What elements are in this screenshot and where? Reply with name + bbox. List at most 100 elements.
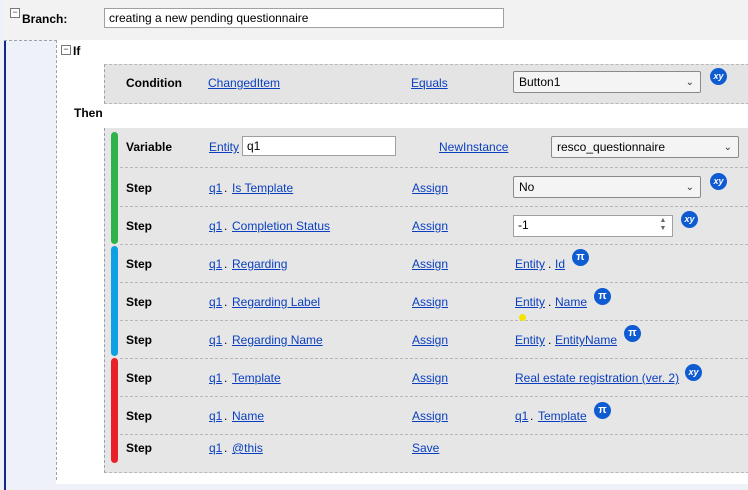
ref-dot: . [548,257,552,271]
step-object-link[interactable]: q1 [209,371,222,385]
completion-status-stepper[interactable]: -1 ▲ ▼ [513,215,673,237]
step-dot: . [224,333,228,347]
step-field-link[interactable]: Completion Status [232,219,330,233]
variable-xy-icon[interactable]: xy [710,68,727,85]
branch-name-input[interactable] [104,8,504,28]
green-group-bar [111,132,118,244]
row-divider [120,167,748,168]
ref-dot: . [530,409,534,423]
row-divider [120,358,748,359]
row-divider [120,434,748,435]
step-dot: . [224,371,228,385]
variable-xy-icon[interactable]: xy [710,173,727,190]
ref-object-link[interactable]: Entity [515,257,545,271]
step-field-link[interactable]: Is Template [232,181,293,195]
step-field-link[interactable]: Name [232,409,264,423]
ref-field-link[interactable]: Template [538,409,587,423]
step-label: Step [126,181,153,195]
step-label: Step [126,409,153,423]
step-dot: . [224,181,228,195]
step-label: Step [126,295,153,309]
ref-dot: . [548,333,552,347]
branch-collapse-icon[interactable]: − [10,8,20,18]
ref-field-link[interactable]: Id [555,257,565,271]
row-divider [120,396,748,397]
step-action-link[interactable]: Assign [412,333,448,347]
step-field-link[interactable]: Regarding Name [232,333,323,347]
chevron-down-icon: ⌄ [723,142,732,153]
chevron-down-icon: ⌄ [685,77,694,88]
step-action-link[interactable]: Assign [412,371,448,385]
condition-label: Condition [126,76,182,90]
condition-value-text: Button1 [519,75,561,89]
step-field-link[interactable]: Regarding Label [232,295,320,309]
row-divider [120,320,748,321]
blue-group-bar [111,246,118,356]
step-dot: . [224,257,228,271]
pi-icon[interactable]: π [594,288,611,305]
ref-object-link[interactable]: q1 [515,409,528,423]
variable-label: Variable [126,140,173,154]
branch-label: Branch: [22,12,68,26]
step-object-link[interactable]: q1 [209,219,222,233]
step-object-link[interactable]: q1 [209,295,222,309]
step-field-link[interactable]: Template [232,371,281,385]
variable-entity-select[interactable]: resco_questionnaire ⌄ [551,136,739,158]
ref-field-link[interactable]: Name [555,295,587,309]
left-tree-rule [4,0,6,490]
if-guide-line [56,40,57,480]
step-dot: . [224,295,228,309]
condition-field-link[interactable]: ChangedItem [208,76,280,90]
variable-type-link[interactable]: Entity [209,140,239,154]
step-label: Step [126,257,153,271]
is-template-value: No [519,180,535,194]
ref-object-link[interactable]: Entity [515,295,545,309]
step-object-link[interactable]: q1 [209,333,222,347]
step-action-link[interactable]: Assign [412,257,448,271]
step-label: Step [126,219,153,233]
row-divider [120,282,748,283]
ref-dot: . [548,295,552,309]
ref-field-link[interactable]: EntityName [555,333,617,347]
ref-object-link[interactable]: Entity [515,333,545,347]
pi-icon[interactable]: π [594,402,611,419]
pi-icon[interactable]: π [572,249,589,266]
variable-xy-icon[interactable]: xy [681,211,698,228]
then-label: Then [74,106,103,120]
step-action-link[interactable]: Assign [412,181,448,195]
step-action-link[interactable]: Save [412,441,439,455]
step-dot: . [224,409,228,423]
step-dot: . [224,441,228,455]
step-field-link[interactable]: Regarding [232,257,287,271]
step-action-link[interactable]: Assign [412,219,448,233]
pi-icon[interactable]: π [624,325,641,342]
if-label: If [73,44,81,58]
variable-entity-text: resco_questionnaire [557,140,666,154]
step-label: Step [126,371,153,385]
step-object-link[interactable]: q1 [209,257,222,271]
chevron-down-icon: ⌄ [685,182,694,193]
condition-value-select[interactable]: Button1 ⌄ [513,71,701,93]
red-group-bar [111,358,118,463]
variable-name-input[interactable] [242,136,396,156]
template-value-link[interactable]: Real estate registration (ver. 2) [515,371,679,385]
step-label: Step [126,333,153,347]
completion-status-value: -1 [518,218,529,232]
condition-operator-link[interactable]: Equals [411,76,448,90]
variable-xy-icon[interactable]: xy [685,364,702,381]
step-object-link[interactable]: q1 [209,441,222,455]
step-action-link[interactable]: Assign [412,295,448,309]
row-divider [120,244,748,245]
step-label: Step [126,441,153,455]
step-action-link[interactable]: Assign [412,409,448,423]
step-dot: . [224,219,228,233]
is-template-select[interactable]: No ⌄ [513,176,701,198]
if-collapse-icon[interactable]: − [61,45,71,55]
row-divider [120,206,748,207]
step-field-link[interactable]: @this [232,441,263,455]
cursor-highlight-marker [519,314,526,321]
variable-action-link[interactable]: NewInstance [439,140,508,154]
stepper-arrows-icon[interactable]: ▲ ▼ [658,217,668,233]
step-object-link[interactable]: q1 [209,181,222,195]
step-object-link[interactable]: q1 [209,409,222,423]
